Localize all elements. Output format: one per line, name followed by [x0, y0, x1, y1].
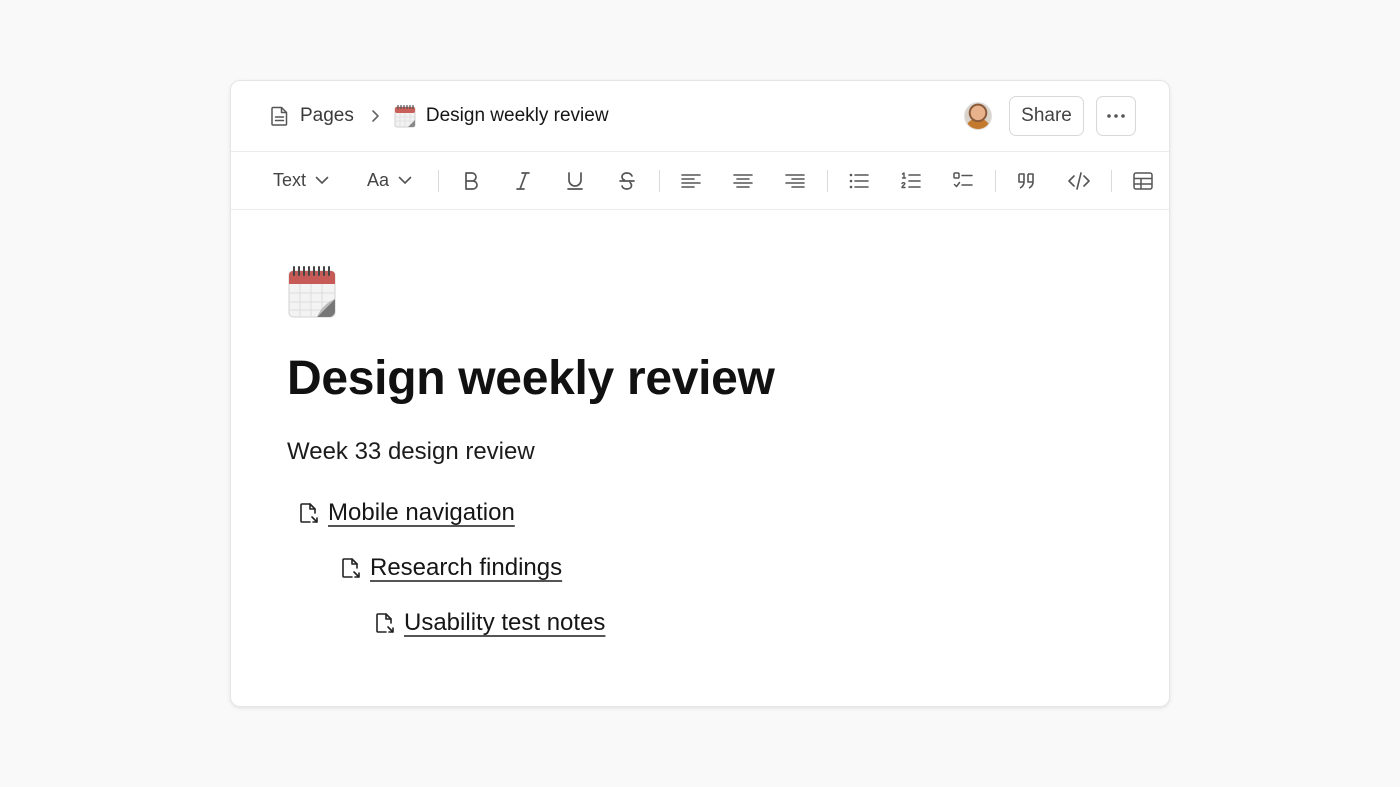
font-dropdown[interactable]: Aa — [367, 170, 412, 191]
align-left-button[interactable] — [679, 169, 703, 193]
breadcrumb-pages-label: Pages — [300, 105, 354, 126]
numbered-list-icon — [901, 171, 921, 188]
align-center-button[interactable] — [731, 169, 755, 193]
page-link-icon — [300, 503, 318, 523]
calendar-emoji-icon — [394, 105, 416, 128]
align-left-icon — [681, 173, 701, 188]
underline-button[interactable] — [563, 169, 587, 193]
editor-card: Pages Design weekly review Share Text Aa… — [230, 80, 1170, 707]
toolbar-divider — [995, 169, 997, 192]
bold-icon — [465, 171, 478, 190]
align-right-button[interactable] — [783, 169, 807, 193]
align-right-icon — [785, 173, 805, 188]
share-button[interactable]: Share — [1009, 96, 1084, 136]
bold-button[interactable] — [459, 169, 483, 193]
toolbar-divider — [438, 169, 440, 192]
page-title[interactable]: Design weekly review — [287, 351, 775, 406]
more-button[interactable] — [1096, 96, 1136, 136]
editor-header: Pages Design weekly review Share — [231, 81, 1169, 152]
avatar[interactable] — [964, 102, 992, 130]
bullet-list-button[interactable] — [847, 169, 871, 193]
more-horizontal-icon — [1107, 114, 1125, 118]
breadcrumb-current-label: Design weekly review — [425, 105, 609, 126]
strikethrough-icon — [619, 171, 635, 190]
numbered-list-button[interactable] — [899, 169, 923, 193]
page-link-label: Mobile navigation — [328, 499, 515, 526]
toolbar-divider — [659, 169, 661, 192]
align-center-icon — [733, 173, 753, 188]
calendar-emoji-icon — [288, 266, 336, 318]
chevron-down-icon — [398, 176, 412, 184]
toolbar-divider — [1111, 169, 1113, 192]
strikethrough-button[interactable] — [615, 169, 639, 193]
page-link-mobile-navigation[interactable]: Mobile navigation — [299, 499, 515, 527]
italic-button[interactable] — [511, 169, 535, 193]
page-link-research-findings[interactable]: Research findings — [341, 554, 562, 582]
checklist-icon — [953, 171, 973, 187]
breadcrumb-current-page[interactable]: Design weekly review — [394, 104, 609, 128]
page-icon-emoji[interactable] — [287, 265, 337, 324]
breadcrumb-pages[interactable]: Pages — [270, 105, 354, 127]
checklist-button[interactable] — [951, 169, 975, 193]
page-link-icon — [342, 558, 360, 578]
breadcrumb: Pages Design weekly review — [270, 104, 964, 128]
quote-icon — [1018, 172, 1034, 189]
quote-button[interactable] — [1015, 169, 1039, 193]
page-icon — [271, 106, 288, 126]
font-menu-label: Aa — [367, 170, 390, 190]
page-link-usability-test-notes[interactable]: Usability test notes — [375, 609, 605, 637]
page-description[interactable]: Week 33 design review — [287, 438, 535, 466]
page-link-label: Research findings — [370, 554, 563, 581]
formatting-toolbar: Text Aa — [231, 152, 1169, 210]
block-type-dropdown[interactable]: Text — [273, 170, 329, 191]
block-type-label: Text — [273, 170, 307, 190]
toolbar-divider — [827, 169, 829, 192]
header-actions: Share — [964, 96, 1136, 136]
table-button[interactable] — [1131, 169, 1155, 193]
chevron-down-icon — [315, 176, 329, 184]
code-icon — [1068, 171, 1090, 190]
underline-icon — [567, 171, 583, 190]
bullet-list-icon — [849, 173, 869, 188]
italic-icon — [516, 171, 530, 190]
table-icon — [1133, 171, 1153, 190]
chevron-right-icon — [370, 109, 380, 123]
page-link-icon — [376, 613, 394, 633]
code-button[interactable] — [1067, 169, 1091, 193]
page-link-label: Usability test notes — [404, 609, 606, 636]
